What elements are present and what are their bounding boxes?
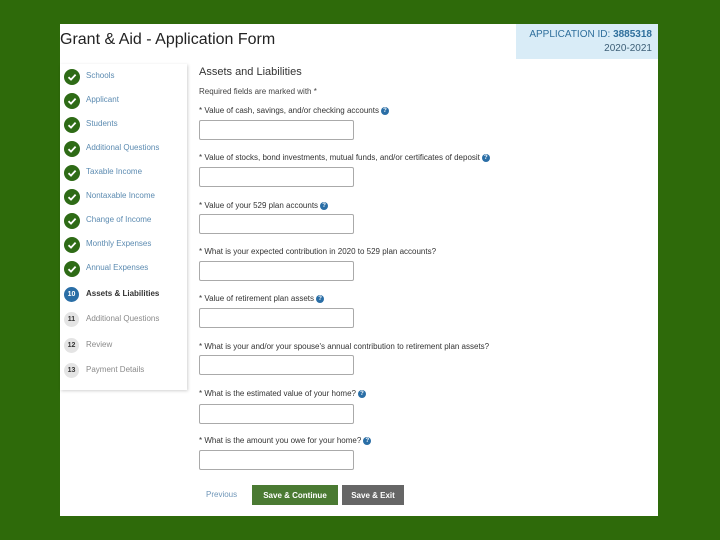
sidebar-step-monthly-expenses[interactable]: Monthly Expenses [60, 235, 187, 255]
sidebar-step-review: 12 Review [60, 336, 187, 356]
application-id-line: APPLICATION ID: 3885318 [516, 28, 652, 42]
sidebar-step-label: Annual Expenses [86, 263, 149, 272]
help-icon[interactable]: ? [481, 153, 490, 162]
application-id-label: APPLICATION ID: [529, 29, 611, 40]
question-text: * Value of retirement plan assets [199, 294, 315, 303]
application-id-box: APPLICATION ID: 3885318 2020-2021 [516, 24, 658, 59]
step-number-badge: 11 [64, 312, 79, 327]
question-label: * What is your expected contribution in … [199, 247, 436, 256]
checkmark-icon [64, 93, 80, 109]
sidebar-step-payment-details: 13 Payment Details [60, 361, 187, 381]
sidebar-step-schools[interactable]: Schools [60, 67, 187, 87]
home-owed-input[interactable] [199, 450, 354, 470]
sidebar-step-annual-expenses[interactable]: Annual Expenses [60, 259, 187, 279]
question-label: * Value of stocks, bond investments, mut… [199, 153, 490, 162]
question-text: * What is your and/or your spouse's annu… [199, 342, 490, 351]
sidebar-step-additional-questions[interactable]: Additional Questions [60, 139, 187, 159]
checkmark-icon [64, 213, 80, 229]
help-icon[interactable]: ? [316, 294, 325, 303]
sidebar-step-students[interactable]: Students [60, 115, 187, 135]
sidebar-step-label: Payment Details [86, 365, 145, 374]
cash-savings-checking-input[interactable] [199, 120, 354, 140]
sidebar-step-change-of-income[interactable]: Change of Income [60, 211, 187, 231]
question-text: * Value of your 529 plan accounts [199, 201, 319, 210]
retirement-assets-input[interactable] [199, 308, 354, 328]
checkmark-icon [64, 141, 80, 157]
sidebar-step-label: Applicant [86, 95, 119, 104]
help-icon[interactable]: ? [357, 389, 366, 398]
question-text: * What is the estimated value of your ho… [199, 389, 356, 398]
sidebar-step-label: Assets & Liabilities [86, 289, 160, 298]
retirement-contribution-input[interactable] [199, 355, 354, 375]
question-text: * Value of cash, savings, and/or checkin… [199, 106, 379, 115]
sidebar-step-taxable-income[interactable]: Taxable Income [60, 163, 187, 183]
checkmark-icon [64, 165, 80, 181]
help-icon[interactable]: ? [363, 436, 372, 445]
question-text: * What is your expected contribution in … [199, 247, 437, 256]
checkmark-icon [64, 189, 80, 205]
sidebar-step-label: Taxable Income [86, 167, 143, 176]
plan-529-value-input[interactable] [199, 214, 354, 234]
previous-link[interactable]: Previous [206, 490, 237, 499]
question-label: * What is the estimated value of your ho… [199, 389, 366, 398]
step-number-badge: 13 [64, 363, 79, 378]
sidebar-step-label: Schools [86, 71, 115, 80]
sidebar-step-nontaxable-income[interactable]: Nontaxable Income [60, 187, 187, 207]
help-icon[interactable]: ? [320, 201, 329, 210]
required-fields-note: Required fields are marked with * [199, 87, 317, 96]
application-year: 2020-2021 [604, 43, 652, 54]
plan-529-contribution-input[interactable] [199, 261, 354, 281]
sidebar-step-label: Additional Questions [86, 143, 160, 152]
help-icon[interactable]: ? [380, 106, 389, 115]
stocks-bonds-input[interactable] [199, 167, 354, 187]
sidebar-step-label: Nontaxable Income [86, 191, 155, 200]
checkmark-icon [64, 237, 80, 253]
sidebar-step-applicant[interactable]: Applicant [60, 91, 187, 111]
page-title: Grant & Aid - Application Form [60, 31, 276, 48]
checkmark-icon [64, 261, 80, 277]
checkmark-icon [64, 117, 80, 133]
save-continue-button[interactable]: Save & Continue [252, 485, 338, 505]
save-exit-button[interactable]: Save & Exit [342, 485, 404, 505]
sidebar-step-label: Monthly Expenses [86, 239, 152, 248]
sidebar-step-label: Students [86, 119, 118, 128]
question-label: * What is your and/or your spouse's annu… [199, 342, 489, 351]
step-number-badge: 10 [64, 287, 79, 302]
question-label: * Value of retirement plan assets? [199, 294, 325, 303]
sidebar-step-label: Change of Income [86, 215, 152, 224]
sidebar-step-label: Review [86, 340, 113, 349]
home-value-input[interactable] [199, 404, 354, 424]
progress-sidebar: Schools Applicant Students Additional Qu… [60, 64, 187, 390]
question-text: * What is the amount you owe for your ho… [199, 436, 362, 445]
application-id-value: 3885318 [613, 29, 652, 40]
checkmark-icon [64, 69, 80, 85]
section-title: Assets and Liabilities [199, 66, 302, 78]
question-label: * Value of cash, savings, and/or checkin… [199, 106, 389, 115]
question-label: * Value of your 529 plan accounts? [199, 201, 329, 210]
application-page: Grant & Aid - Application Form APPLICATI… [60, 24, 658, 516]
step-number-badge: 12 [64, 338, 79, 353]
question-label: * What is the amount you owe for your ho… [199, 436, 372, 445]
sidebar-step-additional-questions-2: 11 Additional Questions [60, 310, 187, 330]
question-text: * Value of stocks, bond investments, mut… [199, 153, 480, 162]
sidebar-step-assets-liabilities[interactable]: 10 Assets & Liabilities [60, 285, 187, 305]
sidebar-step-label: Additional Questions [86, 314, 160, 323]
